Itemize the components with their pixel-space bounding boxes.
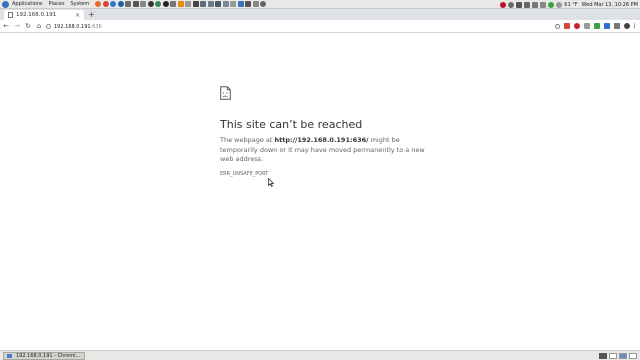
camera-launcher-icon[interactable]: [245, 1, 252, 7]
forward-button[interactable]: →: [12, 22, 22, 30]
user-launcher-icon[interactable]: [170, 1, 177, 7]
trash-icon[interactable]: [599, 353, 607, 359]
profile-icon[interactable]: [624, 23, 630, 29]
circle-launcher-icon[interactable]: [147, 1, 154, 7]
workspace-2[interactable]: [619, 353, 627, 359]
dark-app-launcher-icon[interactable]: [162, 1, 169, 7]
app-launcher-icon[interactable]: [230, 1, 237, 7]
cursor-launcher-icon[interactable]: [237, 1, 244, 7]
url-host: 192.168.0.191: [54, 23, 91, 30]
sad-page-icon: [220, 86, 231, 100]
page-content: This site can’t be reached The webpage a…: [0, 34, 640, 349]
new-tab-button[interactable]: +: [88, 10, 95, 19]
bookmark-star-icon[interactable]: [555, 23, 560, 29]
browser-toolbar: ← → ↻ ⌂ 192.168.0.191:636: [0, 20, 640, 33]
tab-strip: 192.168.0.191 × +: [0, 9, 640, 20]
error-description: The webpage at http://192.168.0.191:636/…: [220, 136, 425, 165]
taskbar-window-label: 192.168.0.191 - Chromi...: [16, 353, 81, 359]
window-icon: [7, 354, 12, 358]
image-launcher-icon[interactable]: [185, 1, 192, 7]
pen-launcher-icon[interactable]: [132, 1, 139, 7]
error-description-prefix: The webpage at: [220, 136, 275, 144]
opera-tray-icon[interactable]: [500, 1, 507, 8]
workspace-3[interactable]: [629, 353, 637, 359]
browser-tab[interactable]: 192.168.0.191 ×: [4, 10, 84, 20]
signal-tray-icon[interactable]: [524, 1, 531, 8]
top-panel: Applications Places System 61 °F Wed Mar…: [0, 0, 640, 9]
bottom-panel: 192.168.0.191 - Chromi...: [0, 350, 640, 360]
applications-logo-icon[interactable]: [2, 0, 9, 8]
settings-launcher-icon[interactable]: [252, 1, 259, 7]
firefox-launcher-icon[interactable]: [95, 1, 102, 7]
document-launcher-icon[interactable]: [140, 1, 147, 7]
extension-gray-icon[interactable]: [584, 23, 590, 29]
monitor-launcher-icon[interactable]: [200, 1, 207, 7]
home-button[interactable]: ⌂: [34, 22, 44, 30]
places-menu[interactable]: Places: [46, 1, 68, 7]
url-port: :636: [90, 23, 102, 30]
browser-launcher-icon[interactable]: [110, 1, 117, 7]
address-bar[interactable]: 192.168.0.191:636: [46, 22, 526, 31]
display-launcher-icon[interactable]: [215, 1, 222, 7]
error-code: ERR_UNSAFE_PORT: [220, 171, 269, 177]
window-launcher-icon[interactable]: [222, 1, 229, 7]
mouse-cursor-icon: [268, 178, 274, 187]
chrome-launcher-icon[interactable]: [102, 1, 109, 7]
error-title: This site can’t be reached: [220, 118, 363, 131]
menu-icon[interactable]: [634, 23, 636, 29]
extension-blue-icon[interactable]: [604, 23, 610, 29]
workspace-1[interactable]: [609, 353, 617, 359]
terminal-launcher-icon[interactable]: [192, 1, 199, 7]
error-url: http://192.168.0.191:636/: [274, 136, 369, 144]
vlc-launcher-icon[interactable]: [177, 1, 184, 7]
extension-stop-icon[interactable]: [574, 23, 580, 29]
updates-tray-icon[interactable]: [548, 1, 555, 8]
applications-menu[interactable]: Applications: [9, 1, 46, 7]
extension-red-icon[interactable]: [564, 23, 570, 29]
screen-launcher-icon[interactable]: [207, 1, 214, 7]
weather-icon: [556, 1, 563, 8]
extension-green-icon[interactable]: [594, 23, 600, 29]
clock[interactable]: Wed Mar 13, 10:26 PM: [582, 2, 638, 8]
taskbar-window-button[interactable]: 192.168.0.191 - Chromi...: [3, 352, 85, 360]
reload-button[interactable]: ↻: [23, 22, 33, 30]
info-tray-icon[interactable]: [508, 1, 515, 8]
extension-icons: [551, 23, 636, 29]
system-menu[interactable]: System: [67, 1, 92, 7]
volume-tray-icon[interactable]: [532, 1, 539, 8]
back-button[interactable]: ←: [1, 22, 11, 30]
tab-close-icon[interactable]: ×: [75, 12, 80, 19]
top-panel-tray: 61 °F Wed Mar 13, 10:26 PM: [498, 0, 638, 9]
globe-launcher-icon[interactable]: [117, 1, 124, 7]
network-tray-icon[interactable]: [516, 1, 523, 8]
extension-box-icon[interactable]: [614, 23, 620, 29]
green-app-launcher-icon[interactable]: [155, 1, 162, 7]
search-launcher-icon[interactable]: [260, 1, 267, 7]
tab-title: 192.168.0.191: [16, 12, 57, 18]
temperature-readout[interactable]: 61 °F: [564, 2, 577, 8]
workspace-switcher: [597, 353, 637, 359]
editor-launcher-icon[interactable]: [125, 1, 132, 7]
page-favicon-icon: [8, 12, 13, 18]
launcher-icons: [95, 1, 268, 7]
usb-tray-icon[interactable]: [540, 1, 547, 8]
page-info-icon[interactable]: [46, 24, 51, 29]
